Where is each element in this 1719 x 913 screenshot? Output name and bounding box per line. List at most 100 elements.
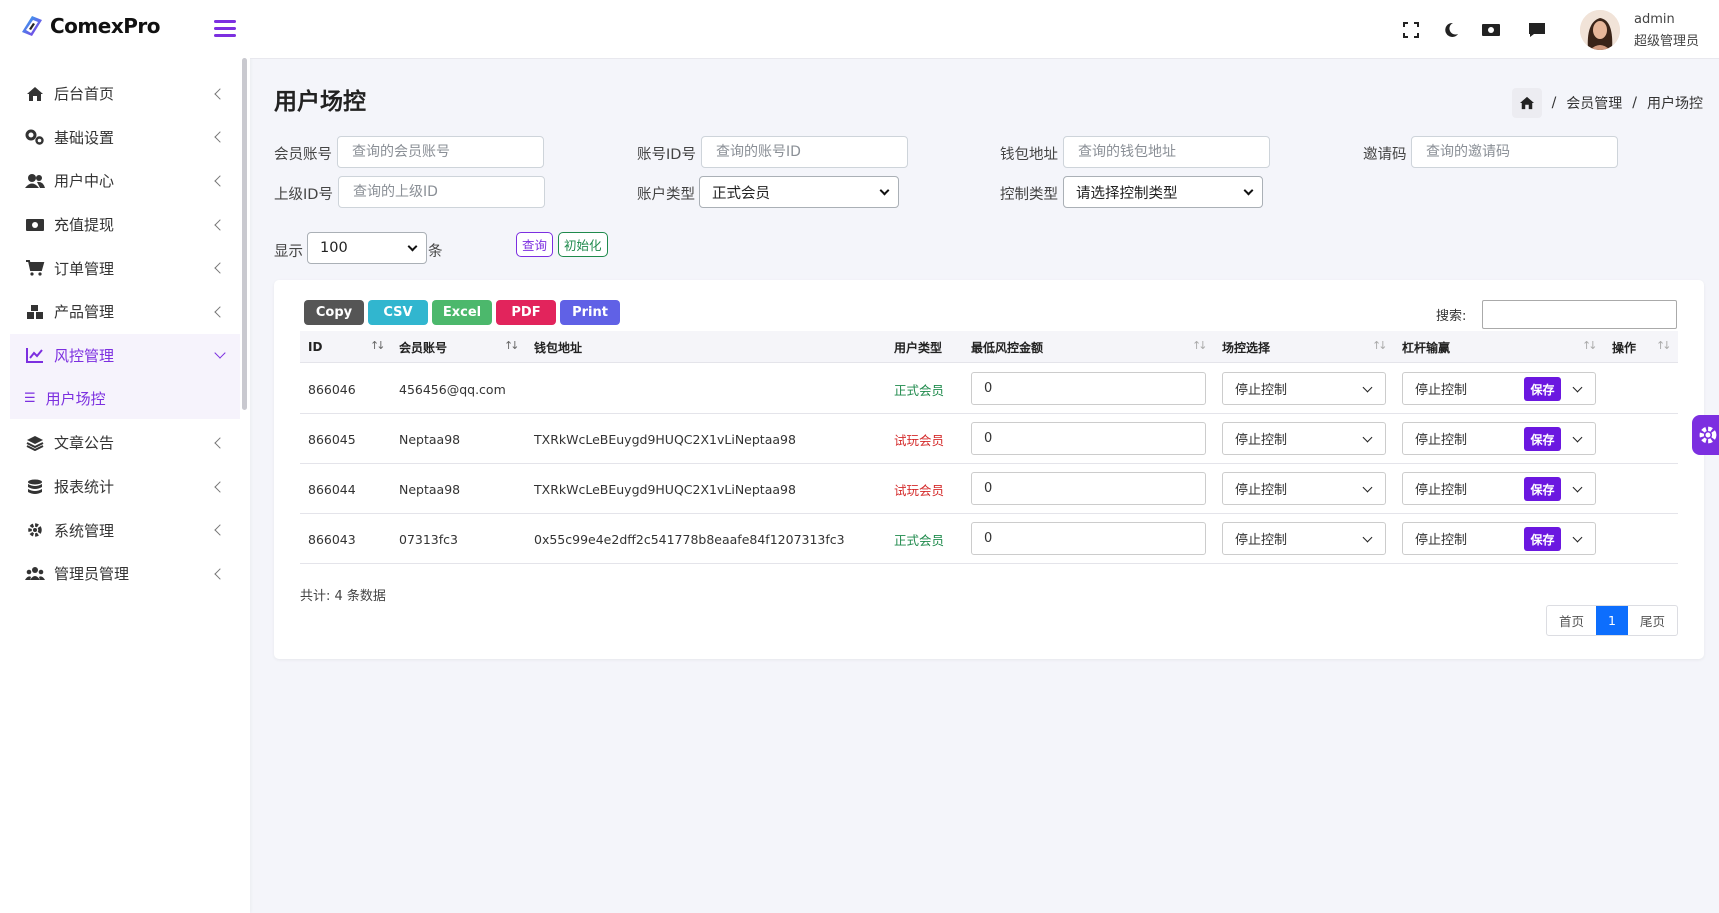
page-size-select[interactable]: 100 — [307, 232, 427, 264]
breadcrumb-item[interactable]: 会员管理 — [1566, 93, 1622, 113]
th-account[interactable]: 会员账号 — [399, 331, 447, 363]
money-icon[interactable] — [1480, 20, 1502, 40]
sort-icon[interactable]: ↑↓ — [1192, 339, 1208, 352]
invite-code-input[interactable] — [1411, 136, 1618, 168]
brand[interactable]: ComexPro — [18, 12, 160, 40]
sidebar-item-articles[interactable]: 文章公告 — [10, 421, 240, 465]
th-control[interactable]: 场控选择 — [1222, 331, 1270, 363]
sidebar-item-system[interactable]: 系统管理 — [10, 508, 240, 552]
cogs-icon — [24, 127, 46, 147]
comment-icon[interactable] — [1526, 20, 1548, 40]
pdf-button[interactable]: PDF — [496, 300, 556, 325]
th-user-type[interactable]: 用户类型 — [894, 331, 942, 363]
parent-id-input[interactable] — [338, 176, 545, 208]
breadcrumb-item: 用户场控 — [1647, 96, 1703, 112]
control-type-select[interactable]: 请选择控制类型 — [1063, 176, 1263, 208]
min-amount-input[interactable]: 0 — [971, 472, 1206, 505]
cart-icon — [24, 258, 46, 278]
save-button[interactable]: 保存 — [1524, 377, 1561, 401]
copy-button[interactable]: Copy — [304, 300, 364, 325]
users-group-icon — [24, 564, 46, 584]
th-leverage[interactable]: 杠杆输赢 — [1402, 331, 1450, 363]
sort-icon[interactable]: ↑↓ — [504, 339, 520, 352]
breadcrumb-sep: / — [1632, 95, 1637, 111]
sidebar-item-admins[interactable]: 管理员管理 — [10, 552, 240, 596]
settings-gear-icon[interactable] — [1692, 415, 1719, 455]
save-button[interactable]: 保存 — [1524, 527, 1561, 551]
th-wallet[interactable]: 钱包地址 — [534, 331, 582, 363]
avatar[interactable] — [1580, 10, 1620, 50]
moon-icon[interactable] — [1440, 20, 1462, 40]
csv-button[interactable]: CSV — [368, 300, 428, 325]
leverage-select[interactable]: 停止控制 — [1402, 372, 1596, 405]
save-button[interactable]: 保存 — [1524, 427, 1561, 451]
leverage-select[interactable]: 停止控制 — [1402, 422, 1596, 455]
sidebar-item-deposit-withdraw[interactable]: 充值提现 — [10, 203, 240, 247]
current-page-button[interactable]: 1 — [1596, 606, 1628, 635]
excel-button[interactable]: Excel — [432, 300, 492, 325]
control-select-value: 停止控制 — [1235, 533, 1288, 548]
min-amount-input[interactable]: 0 — [971, 522, 1206, 555]
control-select[interactable]: 停止控制 — [1222, 422, 1386, 455]
chevron-down-icon — [214, 347, 226, 360]
print-button[interactable]: Print — [560, 300, 620, 325]
user-role: 超级管理员 — [1634, 34, 1700, 49]
control-select[interactable]: 停止控制 — [1222, 472, 1386, 505]
pagination: 首页 1 尾页 — [1546, 605, 1678, 636]
account-type-select[interactable]: 正式会员 — [699, 176, 899, 208]
leverage-select-value: 停止控制 — [1415, 383, 1468, 398]
breadcrumb: / 会员管理 / 用户场控 — [1511, 88, 1703, 118]
search-input[interactable] — [1482, 300, 1677, 329]
users-icon — [24, 171, 46, 191]
control-select[interactable]: 停止控制 — [1222, 372, 1386, 405]
cell-user-type: 试玩会员 — [894, 432, 945, 448]
reset-button[interactable]: 初始化 — [558, 232, 608, 257]
user-name: admin — [1634, 12, 1675, 27]
sidebar-item-orders[interactable]: 订单管理 — [10, 246, 240, 290]
page-size-value: 100 — [320, 240, 348, 256]
last-page-button[interactable]: 尾页 — [1628, 606, 1677, 635]
member-account-input[interactable] — [337, 136, 544, 168]
submenu-item-user-control[interactable]: ☰ 用户场控 — [10, 377, 240, 420]
sort-icon[interactable]: ↑↓ — [1372, 339, 1388, 352]
cell-account: 07313fc3 — [399, 531, 458, 547]
sidebar-item-risk-control[interactable]: 风控管理 — [10, 333, 240, 378]
cell-user-type: 试玩会员 — [894, 482, 945, 498]
table-row: 866045 Neptaa98 TXRkWcLeBEuygd9HUQC2X1vL… — [300, 414, 1678, 464]
chevron-left-icon — [214, 437, 226, 449]
fullscreen-icon[interactable] — [1400, 20, 1422, 40]
sidebar-item-reports[interactable]: 报表统计 — [10, 465, 240, 509]
cell-account: Neptaa98 — [399, 431, 461, 447]
sort-icon[interactable]: ↑↓ — [1582, 339, 1598, 352]
sidebar-scrollbar[interactable] — [242, 58, 247, 410]
min-amount-input[interactable]: 0 — [971, 372, 1206, 405]
save-button[interactable]: 保存 — [1524, 477, 1561, 501]
th-id[interactable]: ID — [308, 331, 322, 363]
control-select[interactable]: 停止控制 — [1222, 522, 1386, 555]
th-min-amount[interactable]: 最低风控金额 — [971, 331, 1043, 363]
min-amount-input[interactable]: 0 — [971, 422, 1206, 455]
search-label: 搜索: — [1436, 309, 1467, 324]
sidebar-item-home[interactable]: 后台首页 — [10, 72, 240, 116]
first-page-button[interactable]: 首页 — [1547, 606, 1596, 635]
sort-icon[interactable]: ↑↓ — [1656, 339, 1672, 352]
th-action: 操作 — [1612, 340, 1637, 355]
query-button[interactable]: 查询 — [516, 232, 554, 257]
sidebar-item-basic-settings[interactable]: 基础设置 — [10, 116, 240, 160]
chevron-down-icon — [1362, 382, 1373, 393]
list-icon: ☰ — [24, 390, 36, 406]
account-id-input[interactable] — [701, 136, 908, 168]
home-icon[interactable] — [1511, 88, 1542, 118]
home-icon — [24, 84, 46, 104]
sort-icon[interactable]: ↑↓ — [370, 339, 386, 352]
menu-toggle-icon[interactable] — [214, 20, 236, 38]
sidebar-item-products[interactable]: 产品管理 — [10, 290, 240, 334]
leverage-select[interactable]: 停止控制 — [1402, 472, 1596, 505]
leverage-select[interactable]: 停止控制 — [1402, 522, 1596, 555]
sidebar-item-user-center[interactable]: 用户中心 — [10, 159, 240, 203]
leverage-select-value: 停止控制 — [1415, 433, 1468, 448]
wallet-input[interactable] — [1063, 136, 1270, 168]
cell-user-type: 正式会员 — [894, 382, 945, 398]
cell-wallet: 0x55c99e4e2dff2c541778b8eaafe84f1207313f… — [534, 531, 845, 547]
chevron-down-icon — [1362, 482, 1373, 493]
